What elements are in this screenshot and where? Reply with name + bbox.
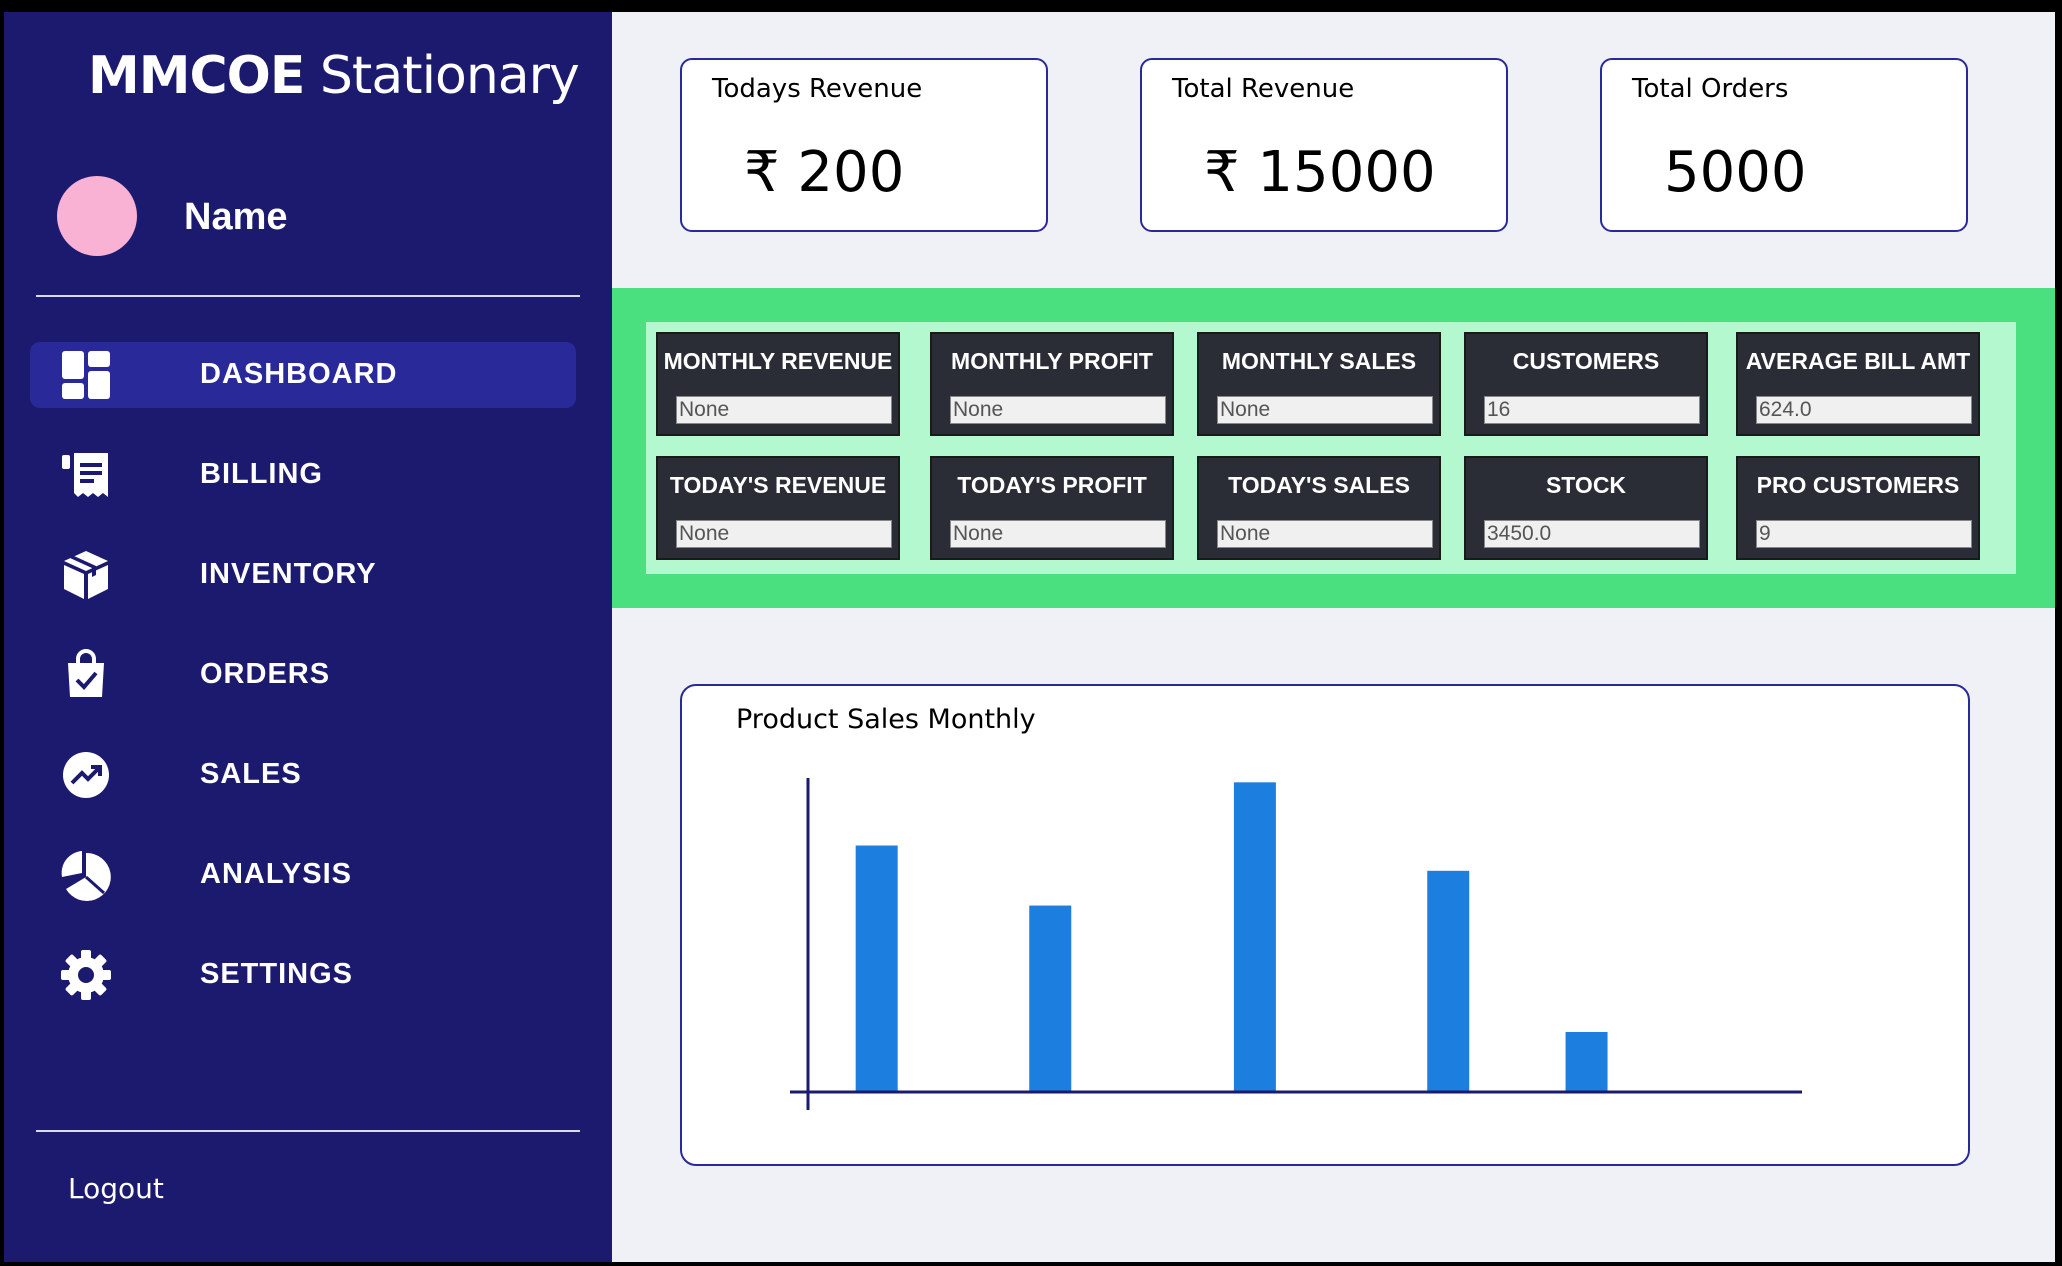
stat-customers: CUSTOMERS — [1464, 332, 1708, 436]
stat-title: TODAY'S SALES — [1228, 472, 1410, 498]
sidebar-item-label: DASHBOARD — [200, 358, 398, 390]
sidebar-item-dashboard[interactable]: DASHBOARD — [30, 342, 576, 408]
app-brand: MMCOE Stationary — [88, 46, 580, 106]
stat-value-field[interactable] — [676, 520, 892, 548]
stats-grid: MONTHLY REVENUE MONTHLY PROFIT MONTHLY S… — [646, 322, 2016, 574]
logout-link[interactable]: Logout — [68, 1172, 164, 1205]
sidebar-item-label: BILLING — [200, 458, 323, 490]
sidebar-divider-bottom — [36, 1130, 580, 1132]
avatar[interactable] — [57, 176, 137, 256]
card-label: Total Orders — [1632, 74, 1789, 104]
stat-title: CUSTOMERS — [1512, 348, 1660, 374]
stat-monthly-sales: MONTHLY SALES — [1197, 332, 1441, 436]
sidebar-item-inventory[interactable]: INVENTORY — [30, 542, 576, 608]
stat-todays-profit: TODAY'S PROFIT — [930, 456, 1174, 560]
sidebar-divider-top — [36, 295, 580, 297]
stat-title: TODAY'S REVENUE — [669, 472, 887, 498]
total-revenue-card: Total Revenue ₹ 15000 — [1140, 58, 1508, 232]
stat-todays-revenue: TODAY'S REVENUE — [656, 456, 900, 560]
total-orders-card: Total Orders 5000 — [1600, 58, 1968, 232]
product-sales-chart-card: Product Sales Monthly — [680, 684, 1970, 1166]
stat-value-field[interactable] — [676, 396, 892, 424]
stat-title: TODAY'S PROFIT — [957, 472, 1147, 498]
stat-value-field[interactable] — [1756, 520, 1972, 548]
stat-monthly-profit: MONTHLY PROFIT — [930, 332, 1174, 436]
shopping-bag-check-icon — [60, 649, 112, 701]
card-value: ₹ 200 — [744, 140, 905, 205]
brand-bold: MMCOE — [88, 46, 305, 106]
stat-title: MONTHLY PROFIT — [951, 348, 1153, 374]
card-label: Todays Revenue — [712, 74, 923, 104]
sidebar-item-billing[interactable]: BILLING — [30, 442, 576, 508]
pie-chart-icon — [60, 849, 112, 901]
user-name: Name — [184, 196, 288, 238]
stat-value-field[interactable] — [1217, 520, 1433, 548]
stat-value-field[interactable] — [1756, 396, 1972, 424]
sidebar-item-label: ANALYSIS — [200, 858, 352, 890]
receipt-icon — [60, 449, 112, 501]
sidebar-item-orders[interactable]: ORDERS — [30, 642, 576, 708]
bar — [1029, 905, 1072, 1092]
trending-up-icon — [60, 749, 112, 801]
stat-monthly-revenue: MONTHLY REVENUE — [656, 332, 900, 436]
stat-title: MONTHLY SALES — [1221, 348, 1417, 374]
sidebar-item-sales[interactable]: SALES — [30, 742, 576, 808]
stat-title: AVERAGE BILL AMT — [1745, 348, 1971, 374]
sidebar-item-label: ORDERS — [200, 658, 331, 690]
card-label: Total Revenue — [1172, 74, 1355, 104]
todays-revenue-card: Todays Revenue ₹ 200 — [680, 58, 1048, 232]
sidebar-item-settings[interactable]: SETTINGS — [30, 942, 576, 1008]
sidebar-item-label: INVENTORY — [200, 558, 377, 590]
bar — [855, 845, 898, 1092]
sidebar-item-label: SETTINGS — [200, 958, 354, 990]
stat-value-field[interactable] — [1217, 396, 1433, 424]
card-value: 5000 — [1664, 140, 1807, 205]
stat-value-field[interactable] — [1484, 396, 1700, 424]
stat-todays-sales: TODAY'S SALES — [1197, 456, 1441, 560]
stat-average-bill-amt: AVERAGE BILL AMT — [1736, 332, 1980, 436]
app-window: MMCOE Stationary Name DASHBOARD BILLING … — [4, 12, 2055, 1262]
card-value: ₹ 15000 — [1204, 140, 1436, 205]
bar — [1565, 1031, 1608, 1092]
gear-icon — [60, 949, 112, 1001]
stat-title: MONTHLY REVENUE — [663, 348, 893, 374]
box-icon — [60, 549, 112, 601]
stats-panel: MONTHLY REVENUE MONTHLY PROFIT MONTHLY S… — [612, 288, 2055, 608]
stat-title: PRO CUSTOMERS — [1756, 472, 1960, 498]
sidebar-item-label: SALES — [200, 758, 302, 790]
stat-value-field[interactable] — [950, 520, 1166, 548]
stat-title: STOCK — [1545, 472, 1627, 498]
brand-light: Stationary — [304, 46, 580, 106]
bar — [1233, 782, 1276, 1092]
bar — [1427, 870, 1470, 1092]
stat-value-field[interactable] — [1484, 520, 1700, 548]
sidebar-item-analysis[interactable]: ANALYSIS — [30, 842, 576, 908]
stat-value-field[interactable] — [950, 396, 1166, 424]
stat-pro-customers: PRO CUSTOMERS — [1736, 456, 1980, 560]
dashboard-icon — [60, 349, 112, 401]
stat-stock: STOCK — [1464, 456, 1708, 560]
bar-chart — [790, 778, 1802, 1110]
sidebar: MMCOE Stationary Name DASHBOARD BILLING … — [4, 12, 612, 1262]
